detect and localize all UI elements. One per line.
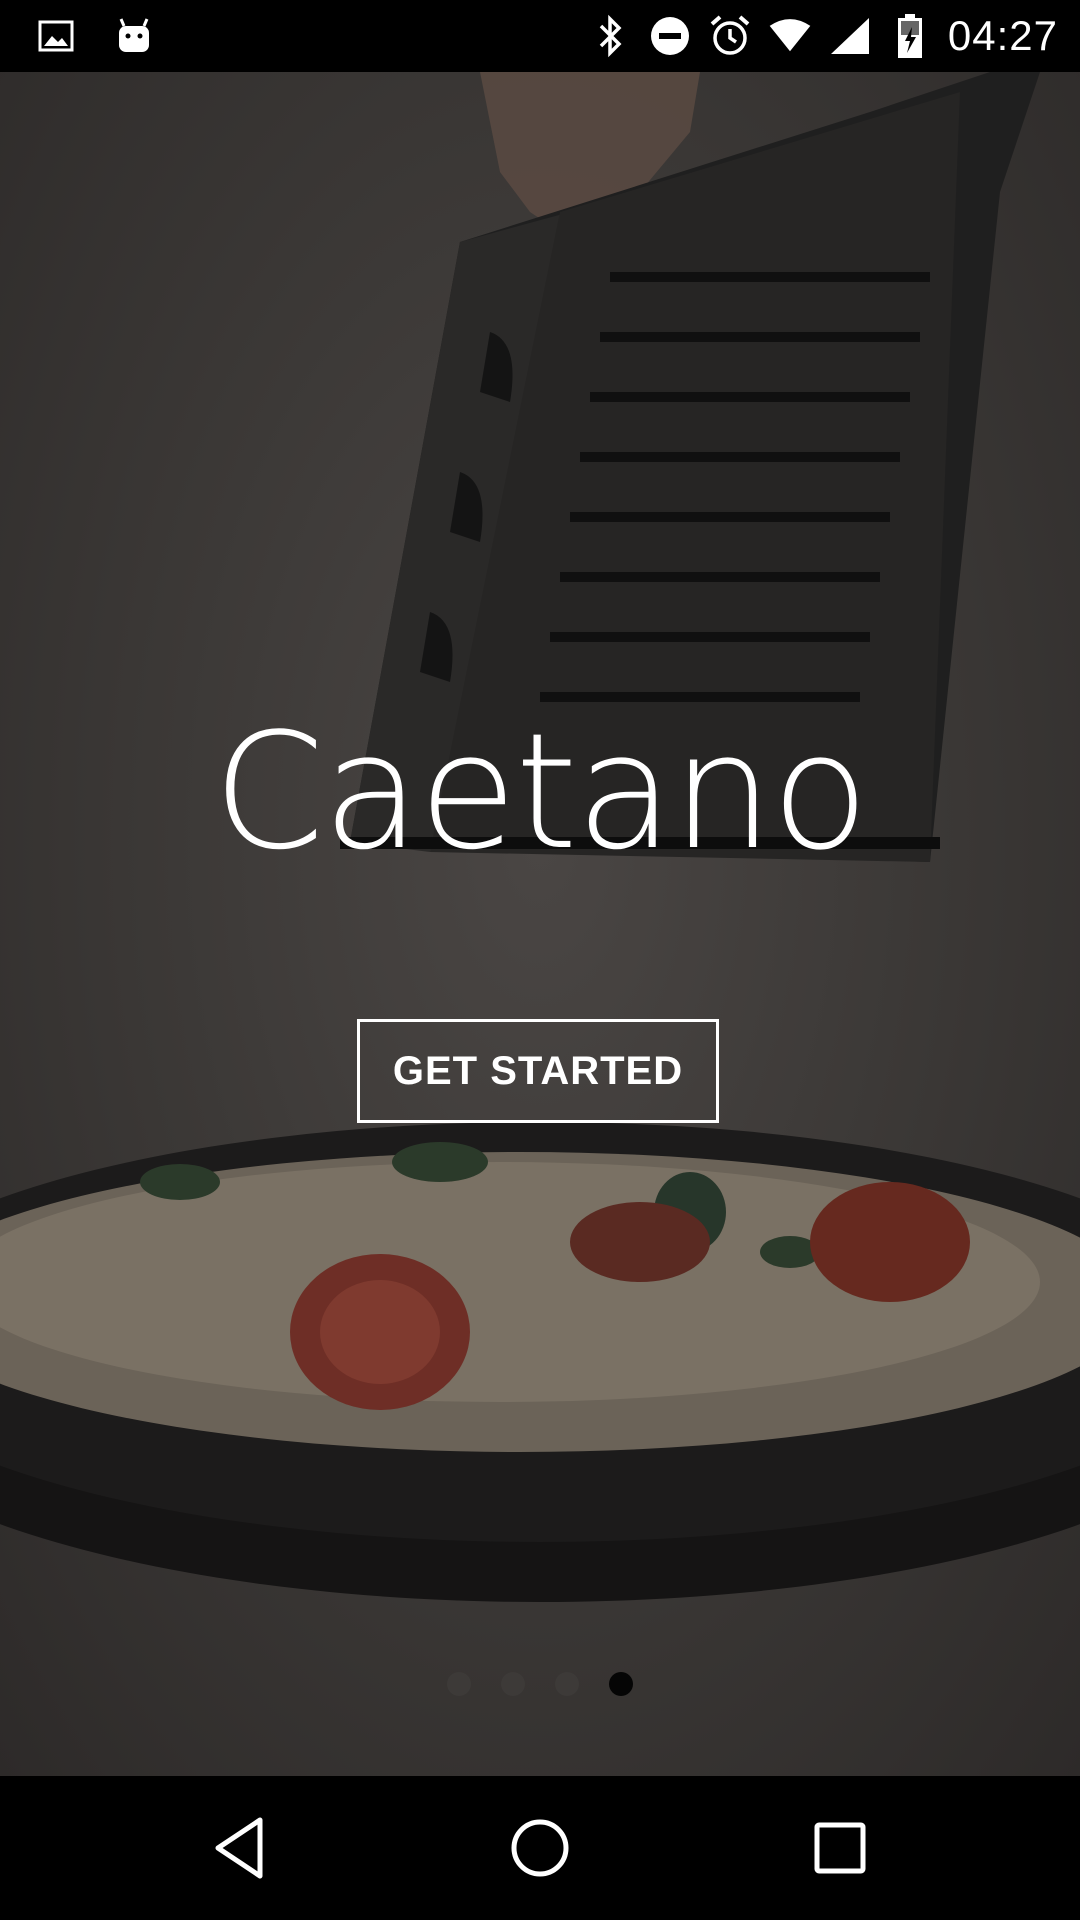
- back-icon[interactable]: [204, 1812, 276, 1884]
- hero-background-image: [0, 72, 1080, 1602]
- do-not-disturb-icon: [648, 14, 692, 58]
- android-icon: [112, 14, 156, 58]
- battery-icon: [888, 14, 932, 58]
- page-dot: [501, 1672, 525, 1696]
- onboarding-hero: Caetano GET STARTED: [0, 72, 1080, 1776]
- get-started-button[interactable]: GET STARTED: [357, 1019, 719, 1123]
- page-indicator: [0, 1672, 1080, 1698]
- system-icons: 04:27: [588, 10, 1058, 62]
- bluetooth-icon: [588, 14, 632, 58]
- brand-logo: Caetano: [212, 698, 869, 885]
- wifi-icon: [768, 14, 812, 58]
- alarm-icon: [708, 14, 752, 58]
- recents-icon[interactable]: [804, 1812, 876, 1884]
- status-bar: 04:27: [0, 0, 1080, 72]
- page-dot-active: [609, 1672, 633, 1696]
- page-dot: [555, 1672, 579, 1696]
- home-icon[interactable]: [504, 1812, 576, 1884]
- notification-icons: [34, 14, 156, 58]
- signal-icon: [828, 14, 872, 58]
- navigation-bar: [0, 1776, 1080, 1920]
- image-icon: [34, 14, 78, 58]
- clock: 04:27: [947, 12, 1058, 59]
- page-dot: [447, 1672, 471, 1696]
